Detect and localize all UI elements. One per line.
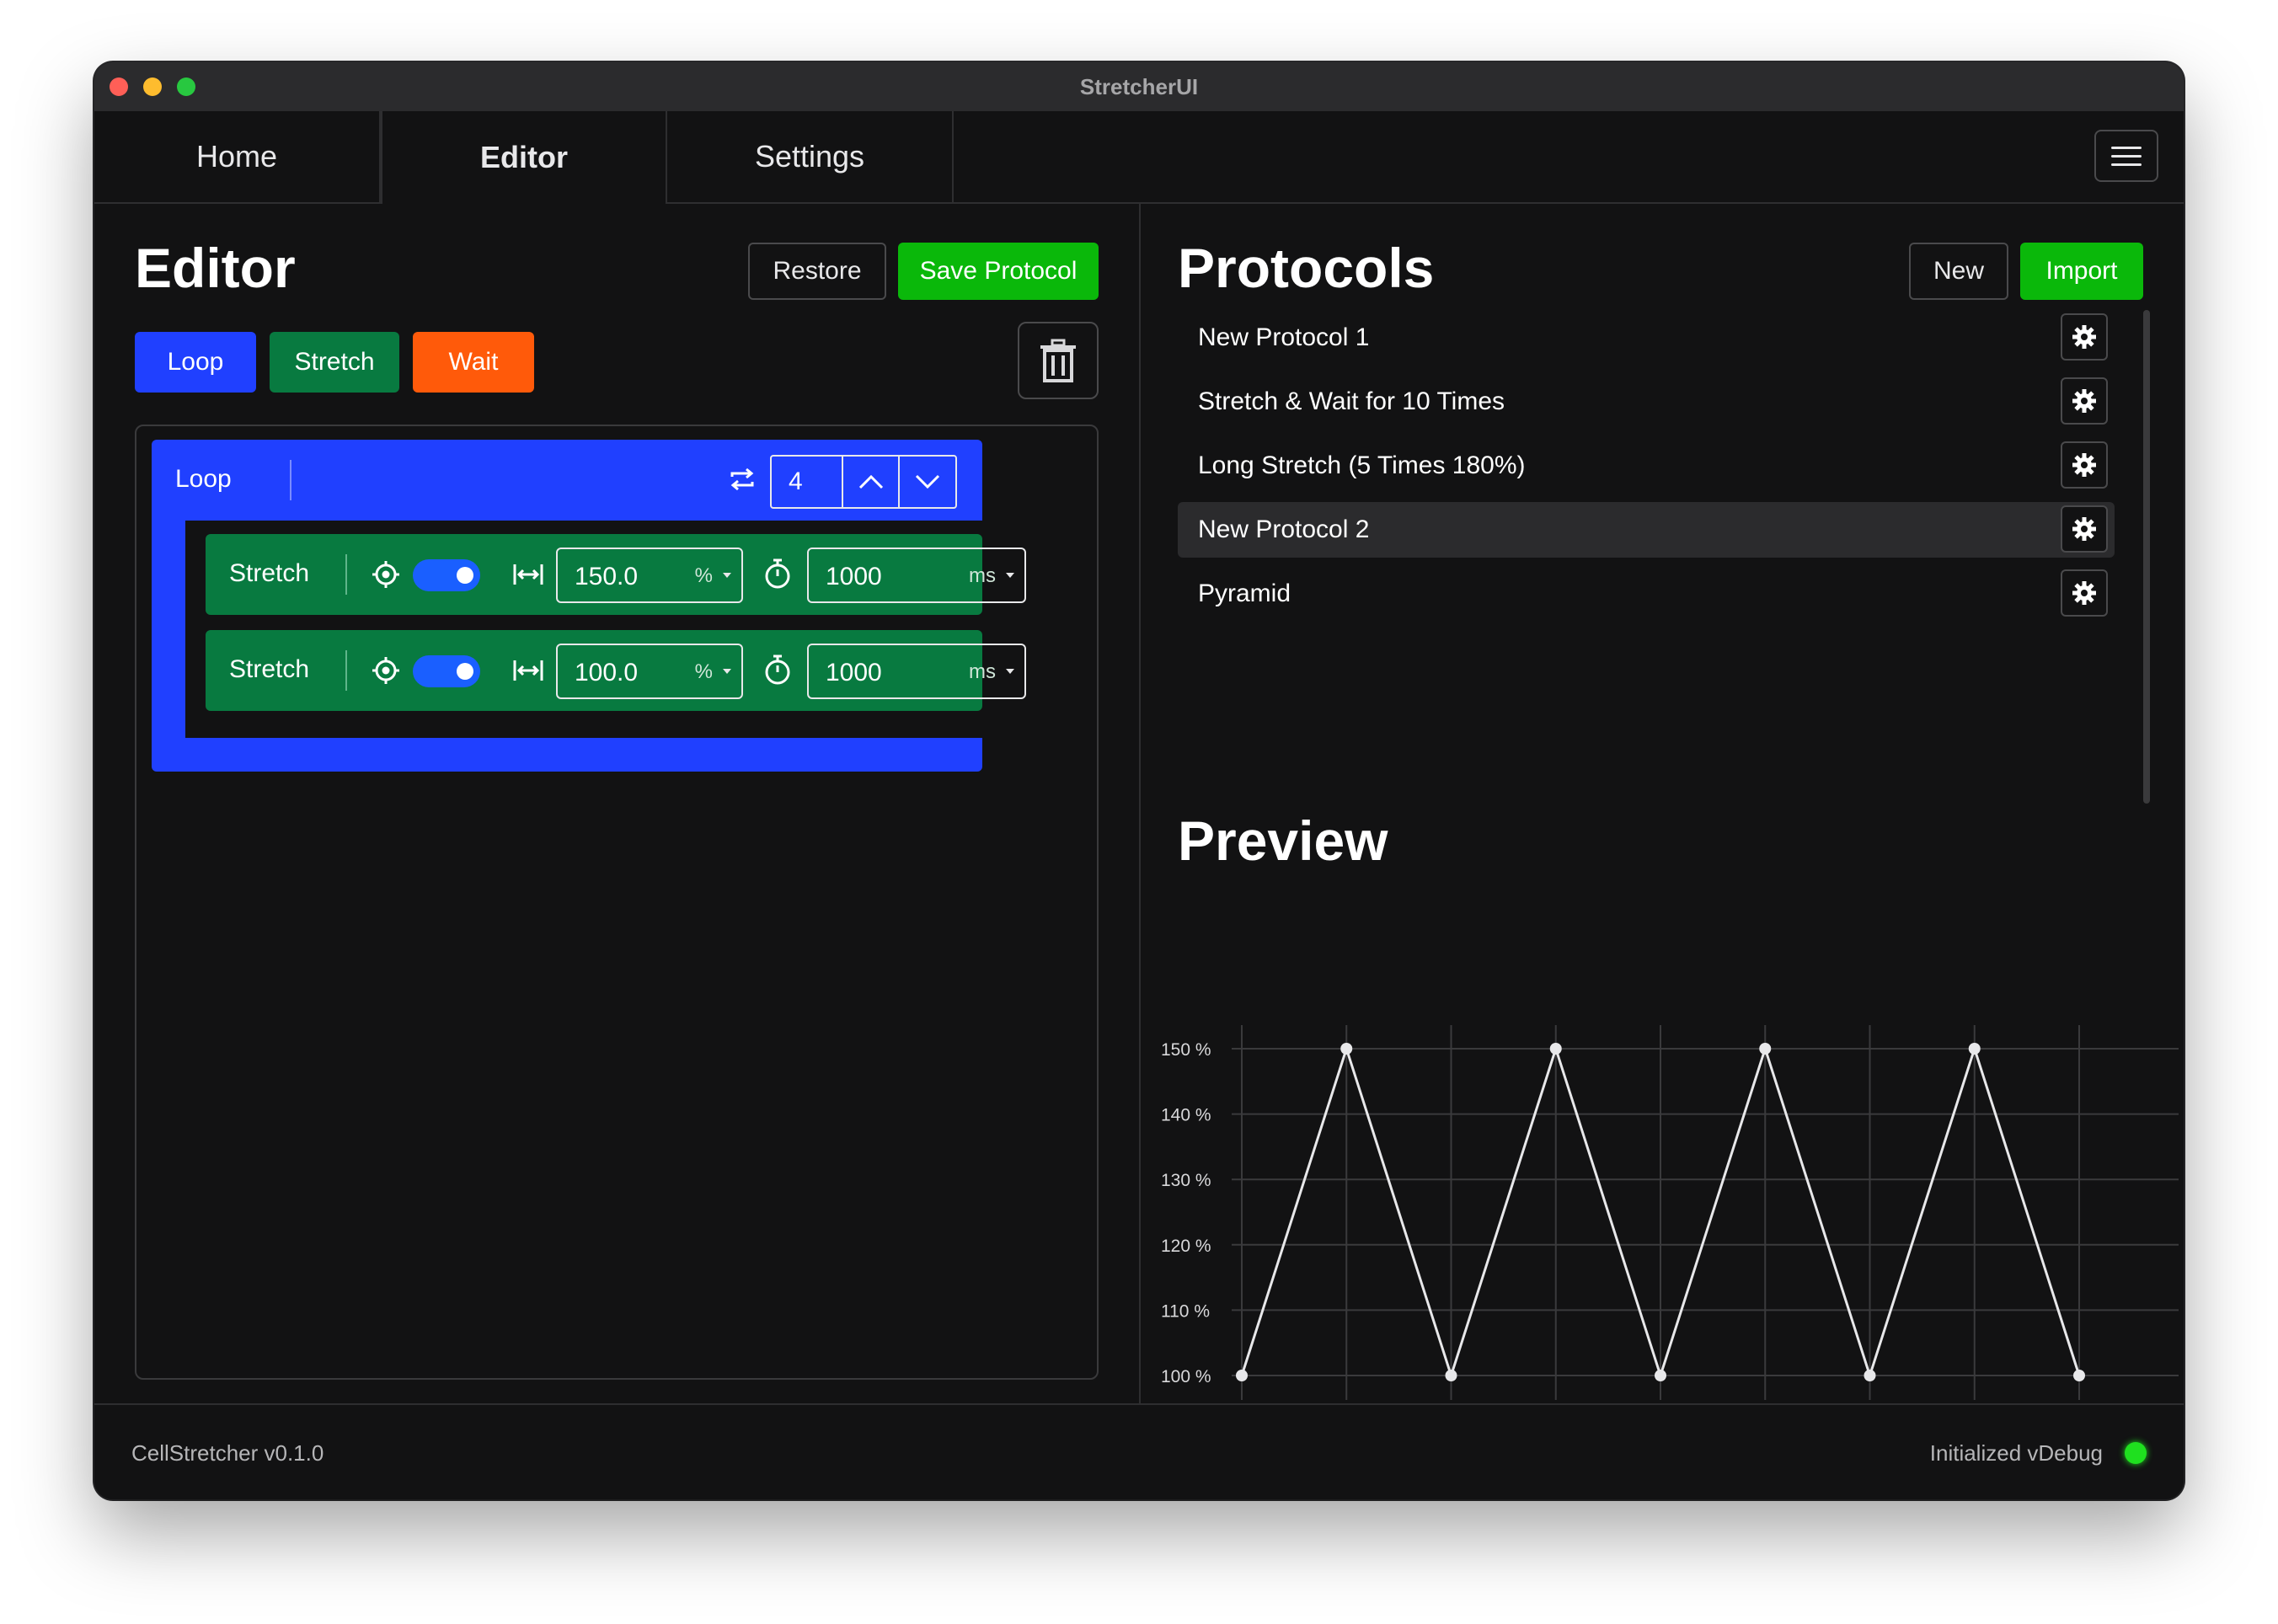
hamburger-icon [2111, 146, 2142, 149]
stretch-duration-field[interactable]: 1000 ms [807, 644, 1026, 699]
stretch-amount-field[interactable]: 150.0 % [556, 548, 743, 603]
enable-toggle[interactable] [413, 655, 480, 687]
protocol-canvas[interactable]: Loop 4 Stretch 150.0 % 1000 ms Stretch 1… [135, 425, 1099, 1380]
data-point [1968, 1043, 1981, 1055]
stretch-step-label: Stretch [229, 559, 310, 587]
data-point [1236, 1370, 1248, 1381]
editor-title: Editor [135, 237, 296, 299]
stretch-amount-value[interactable]: 100.0 [575, 659, 638, 687]
y-tick-label: 110 % [1161, 1301, 1210, 1321]
status-bar: CellStretcher v0.1.0 Initialized vDebug [94, 1403, 2184, 1499]
caret-down-icon[interactable] [1006, 573, 1014, 578]
restore-button[interactable]: Restore [748, 243, 886, 300]
stretch-width-icon [513, 660, 543, 681]
repeat-icon [730, 467, 754, 491]
editor-panel: Editor Restore Save Protocol Loop Stretc… [94, 204, 1139, 1403]
loop-block[interactable]: Loop 4 Stretch 150.0 % 1000 ms Stretch 1… [152, 440, 1026, 772]
stretch-duration-value[interactable]: 1000 [826, 659, 882, 687]
increment-button[interactable] [843, 457, 899, 507]
stretch-step-label: Stretch [229, 655, 310, 683]
y-tick-label: 130 % [1161, 1171, 1211, 1190]
stretch-step[interactable]: Stretch [206, 534, 1026, 615]
caret-down-icon[interactable] [723, 573, 731, 578]
amount-unit: % [694, 660, 713, 683]
loop-count-value[interactable]: 4 [772, 457, 843, 507]
data-point [1445, 1370, 1457, 1381]
y-tick-label: 100 % [1161, 1367, 1211, 1386]
add-stretch-button[interactable]: Stretch [270, 332, 399, 393]
protocols-panel: Protocols New Import New Protocol 1 Stre… [1141, 204, 2184, 1403]
caret-down-icon[interactable] [723, 669, 731, 674]
status-indicator [2125, 1442, 2147, 1464]
stretch-duration-value[interactable]: 1000 [826, 563, 882, 591]
add-wait-button[interactable]: Wait [413, 332, 534, 393]
status-text: Initialized vDebug [1929, 1440, 2103, 1466]
y-tick-label: 140 % [1161, 1106, 1211, 1125]
y-tick-label: 150 % [1161, 1040, 1211, 1060]
tab-home[interactable]: Home [94, 111, 381, 202]
data-point [1759, 1043, 1772, 1055]
tab-bar: Home Editor Settings [94, 111, 2184, 204]
enable-toggle[interactable] [413, 559, 480, 591]
y-tick-label: 120 % [1161, 1237, 1211, 1256]
tab-settings[interactable]: Settings [667, 111, 954, 202]
delete-button[interactable] [1018, 322, 1099, 399]
duration-unit: ms [969, 660, 996, 683]
data-point [1340, 1043, 1353, 1055]
caret-down-icon[interactable] [1006, 669, 1014, 674]
data-point [2073, 1370, 2085, 1381]
loop-body: Stretch 150.0 % 1000 ms Stretch 100.0 % … [185, 521, 1026, 738]
stopwatch-icon [765, 558, 790, 589]
add-loop-button[interactable]: Loop [135, 332, 256, 393]
decrement-button[interactable] [898, 457, 955, 507]
window-title: StretcherUI [1079, 74, 1199, 99]
duration-unit: ms [969, 564, 996, 587]
stretch-step[interactable]: Stretch [206, 630, 1026, 711]
version-label: CellStretcher v0.1.0 [131, 1440, 324, 1466]
target-icon [372, 561, 399, 588]
loop-count-stepper[interactable]: 4 [770, 455, 957, 509]
loop-label: Loop [175, 465, 232, 493]
amount-unit: % [694, 564, 713, 587]
save-protocol-button[interactable]: Save Protocol [898, 243, 1099, 300]
stretch-duration-field[interactable]: 1000 ms [807, 548, 1026, 603]
target-icon [372, 657, 399, 684]
trash-icon [1040, 339, 1076, 382]
data-point [1864, 1370, 1876, 1381]
stretch-width-icon [513, 564, 543, 585]
stretch-amount-value[interactable]: 150.0 [575, 563, 638, 591]
tab-editor[interactable]: Editor [381, 111, 667, 204]
loop-header: Loop 4 [152, 440, 982, 521]
menu-button[interactable] [2094, 130, 2158, 182]
chevron-down-icon [916, 474, 940, 489]
chevron-up-icon [858, 474, 883, 489]
app-window: StretcherUI Home Editor Settings Editor … [94, 62, 2184, 1499]
stopwatch-icon [765, 654, 790, 685]
data-point [1549, 1043, 1562, 1055]
stretch-amount-field[interactable]: 100.0 % [556, 644, 743, 699]
data-point [1655, 1370, 1666, 1381]
preview-chart: 100 %110 %120 %130 %140 %150 %0 ms1 s2 s… [1161, 1025, 2179, 1400]
title-bar: StretcherUI [94, 62, 2184, 113]
